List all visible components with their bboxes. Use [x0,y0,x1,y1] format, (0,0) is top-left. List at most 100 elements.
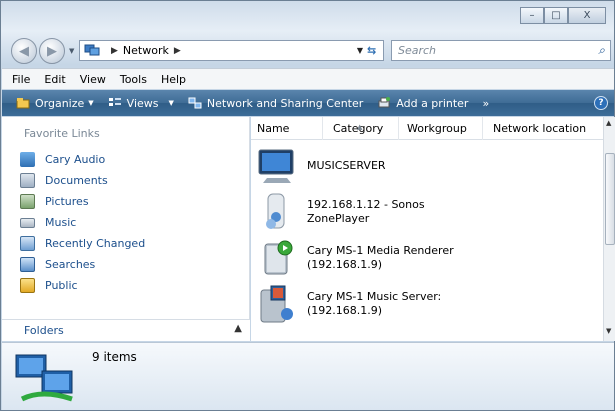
favorite-links-list: Cary Audio Documents Pictures Music Rece… [20,149,145,296]
more-commands-button[interactable]: » [482,97,489,110]
folders-label: Folders [24,324,64,337]
scroll-up-icon[interactable]: ▲ [606,119,611,127]
close-button[interactable]: X [568,7,606,24]
views-label: Views [126,96,159,110]
favorite-link-music[interactable]: Music [20,212,145,233]
menu-tools[interactable]: Tools [120,73,147,86]
favorite-link-label: Public [45,279,78,292]
search-icon[interactable]: ⌕ [598,43,605,58]
recently-changed-icon [20,236,35,251]
favorite-link-public[interactable]: Public [20,275,145,296]
media-server-icon [260,285,293,323]
column-header-network-location[interactable]: Network location [483,117,601,140]
vertical-scrollbar[interactable]: ▲ ▼ [603,117,615,341]
column-header-workgroup[interactable]: Workgroup [399,116,483,140]
network-sharing-label: Network and Sharing Center [206,96,364,110]
list-item[interactable]: Cary MS-1 Media Renderer (192.168.1.9) [255,235,454,281]
search-box[interactable]: Search ⌕ [391,40,611,61]
item-subtitle: (192.168.1.9) [307,258,383,271]
network-sharing-center-button[interactable]: Network and Sharing Center [188,97,363,110]
views-icon [108,98,121,106]
forward-arrow-icon: ▶ [47,43,57,59]
address-dropdown-icon[interactable]: ▼ [357,46,363,55]
menu-edit[interactable]: Edit [44,73,65,86]
item-subtitle: ZonePlayer [307,212,370,225]
pictures-icon [20,194,35,209]
scrollbar-thumb[interactable] [605,153,615,245]
menu-view[interactable]: View [80,73,106,86]
maximize-button[interactable]: □ [544,7,568,24]
column-headers: Name ▲ Category Workgroup Network locati… [251,116,603,140]
favorite-link-label: Pictures [45,195,89,208]
cary-audio-icon [20,152,35,167]
favorite-link-recently-changed[interactable]: Recently Changed [20,233,145,254]
favorite-link-searches[interactable]: Searches [20,254,145,275]
searches-icon [20,257,35,272]
list-item[interactable]: MUSICSERVER [255,143,454,189]
item-subtitle: (192.168.1.9) [307,304,383,317]
item-name: MUSICSERVER [307,159,386,172]
media-device-icon [266,193,285,229]
recent-pages-dropdown[interactable]: ▼ [69,47,74,55]
list-item[interactable]: 192.168.1.12 - Sonos ZonePlayer [255,189,454,235]
favorite-link-documents[interactable]: Documents [20,170,145,191]
caption-buttons: – □ X [520,7,606,24]
favorite-link-label: Documents [45,174,108,187]
breadcrumb-network[interactable]: Network [123,44,169,57]
favorite-link-label: Cary Audio [45,153,106,166]
chevron-up-icon[interactable]: ▲ [234,323,242,334]
music-icon [20,217,35,228]
item-name: Cary MS-1 Media Renderer [307,244,454,257]
chevron-down-icon: ▼ [88,99,94,107]
back-arrow-icon: ◀ [19,43,29,59]
forward-button[interactable]: ▶ [39,38,65,64]
chevron-down-icon: ▼ [168,99,174,107]
organize-icon [16,98,30,109]
documents-icon [20,173,35,188]
more-commands-icon: » [482,96,490,110]
computer-icon [258,149,294,183]
back-button[interactable]: ◀ [11,38,37,64]
favorite-link-label: Searches [45,258,96,271]
item-name: Cary MS-1 Music Server: [307,290,442,303]
details-pane: 9 items [2,342,614,410]
file-list-pane: Name ▲ Category Workgroup Network locati… [251,116,603,341]
item-label: Cary MS-1 Music Server: (192.168.1.9) [307,290,441,318]
explorer-window: – □ X ◀ ▶ ▼ ▶ Network ▶ ▼ ⇆ Search ⌕ Fil… [0,0,615,411]
item-label: 192.168.1.12 - Sonos ZonePlayer [307,198,425,226]
address-bar[interactable]: ▶ Network ▶ ▼ [79,40,384,61]
public-icon [20,278,35,293]
network-icon [84,44,100,56]
views-button[interactable]: Views ▼ [108,97,174,110]
help-button[interactable]: ? [594,96,608,110]
favorite-link-label: Music [45,216,77,229]
minimize-button[interactable]: – [520,7,544,24]
list-item[interactable]: Cary MS-1 Music Server: (192.168.1.9) [255,281,454,327]
command-toolbar: Organize ▼ Views ▼ Network and Sharing C… [2,90,614,116]
network-sharing-icon [188,97,202,109]
add-printer-label: Add a printer [396,96,469,110]
scroll-down-icon[interactable]: ▼ [606,327,611,335]
favorite-links-heading: Favorite Links [24,127,100,140]
media-renderer-icon [264,240,293,275]
organize-button[interactable]: Organize ▼ [16,97,94,110]
item-count: 9 items [92,350,137,364]
refresh-icon[interactable]: ⇆ [367,44,376,57]
breadcrumb-separator-icon[interactable]: ▶ [174,46,181,56]
column-header-category[interactable]: ▲ Category [323,116,399,140]
column-header-name[interactable]: Name [251,116,323,140]
breadcrumb-separator-icon: ▶ [111,45,118,56]
menu-help[interactable]: Help [161,73,186,86]
menu-bar: File Edit View Tools Help [2,68,614,89]
search-placeholder: Search [398,44,437,57]
network-items-list: MUSICSERVER 192.168.1.12 - Sonos ZonePla… [255,143,454,327]
printer-icon [378,97,391,108]
favorite-link-pictures[interactable]: Pictures [20,191,145,212]
menu-file[interactable]: File [12,73,30,86]
navigation-buttons: ◀ ▶ ▼ [11,38,78,64]
favorite-link-cary-audio[interactable]: Cary Audio [20,149,145,170]
item-label: MUSICSERVER [307,159,386,173]
add-printer-button[interactable]: Add a printer [377,97,468,110]
navigation-pane: Favorite Links Cary Audio Documents Pict… [2,117,250,341]
folders-toggle[interactable]: Folders ▲ [2,319,250,341]
